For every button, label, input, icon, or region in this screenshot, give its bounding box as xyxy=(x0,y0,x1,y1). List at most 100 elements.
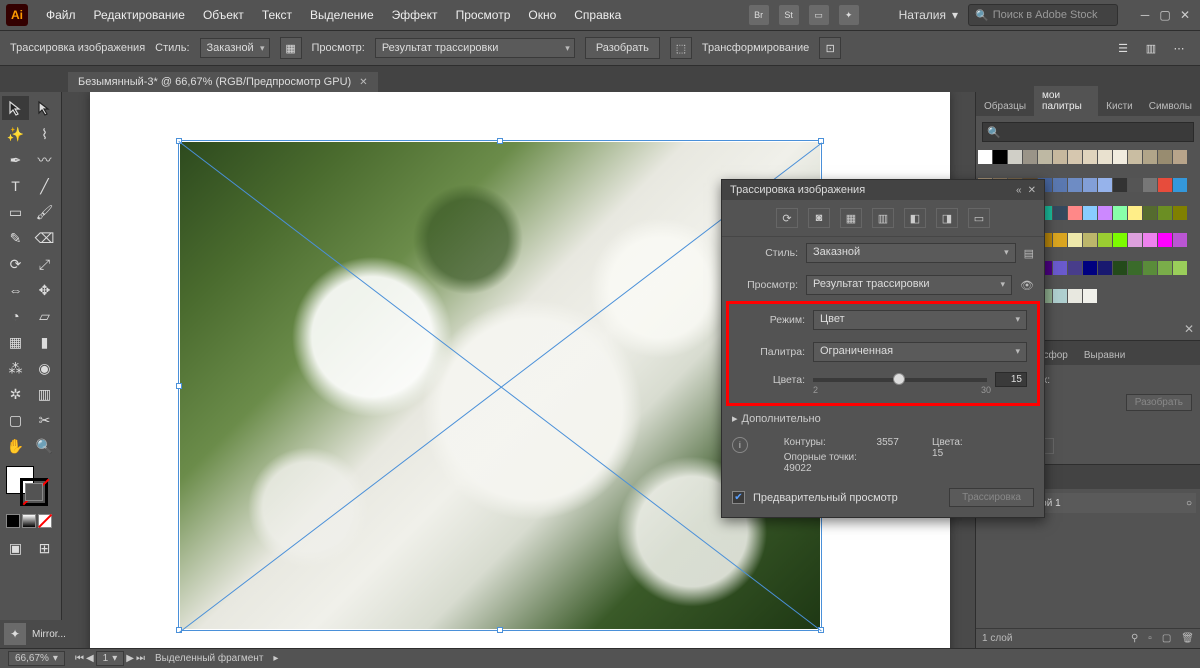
menu-help[interactable]: Справка xyxy=(566,4,629,26)
menu-type[interactable]: Текст xyxy=(254,4,300,26)
save-preset-icon[interactable]: ▤ xyxy=(1024,247,1034,260)
expand-button[interactable]: Разобрать xyxy=(585,37,660,59)
swatch[interactable] xyxy=(1083,261,1097,275)
swatch[interactable] xyxy=(1173,261,1187,275)
next-artboard-icon[interactable]: ▶ xyxy=(126,653,134,664)
swatch[interactable] xyxy=(1068,261,1082,275)
first-artboard-icon[interactable]: ⏮ xyxy=(75,653,84,664)
swatch[interactable] xyxy=(1158,206,1172,220)
swatch[interactable] xyxy=(1053,150,1067,164)
perspective-tool[interactable]: ▱ xyxy=(31,304,58,328)
status-triangle-icon[interactable]: ▸ xyxy=(273,653,278,664)
mesh-tool[interactable]: ▦ xyxy=(2,330,29,354)
swatch[interactable] xyxy=(1143,178,1157,192)
transform-icon[interactable]: ⊡ xyxy=(819,37,841,59)
menu-select[interactable]: Выделение xyxy=(302,4,382,26)
swatch[interactable] xyxy=(1068,289,1082,303)
swatch[interactable] xyxy=(1128,261,1142,275)
swatch[interactable] xyxy=(1083,178,1097,192)
color-mode-icon[interactable] xyxy=(6,514,20,528)
swatch[interactable] xyxy=(1128,233,1142,247)
screen-mode-tool[interactable]: ▣ xyxy=(2,536,29,560)
swatch[interactable] xyxy=(1068,233,1082,247)
view-eye-icon[interactable]: 👁 xyxy=(1020,279,1034,292)
selection-tool[interactable] xyxy=(2,96,29,120)
curvature-tool[interactable]: 〰 xyxy=(31,148,58,172)
swatch[interactable] xyxy=(1128,206,1142,220)
swatch[interactable] xyxy=(1158,150,1172,164)
swatch[interactable] xyxy=(1173,206,1187,220)
zoom-tool[interactable]: 🔍 xyxy=(31,434,58,458)
preset-6color-icon[interactable]: ◧ xyxy=(904,208,926,228)
menu-edit[interactable]: Редактирование xyxy=(86,4,193,26)
swatch[interactable] xyxy=(1053,206,1067,220)
swatch[interactable] xyxy=(1068,178,1082,192)
workspace-switcher[interactable]: Наталия▾ xyxy=(899,8,958,22)
swatch[interactable] xyxy=(1083,150,1097,164)
trace-panel-toggle-icon[interactable]: ▦ xyxy=(280,37,302,59)
gpu-icon[interactable]: ✦ xyxy=(839,5,859,25)
swatch[interactable] xyxy=(1113,178,1127,192)
delete-swatch-icon[interactable]: ✕ xyxy=(1184,322,1194,336)
swatch-search-input[interactable]: 🔍 xyxy=(982,122,1194,142)
style-select[interactable]: Заказной xyxy=(200,38,270,58)
swatch[interactable] xyxy=(993,150,1007,164)
trace-colors-slider[interactable] xyxy=(813,378,987,382)
view-select[interactable]: Результат трассировки xyxy=(375,38,575,58)
menu-view[interactable]: Просмотр xyxy=(448,4,519,26)
close-button[interactable]: ✕ xyxy=(1176,8,1194,22)
swatch[interactable] xyxy=(1098,233,1112,247)
zoom-field[interactable]: 66,67%▾ xyxy=(8,651,65,666)
fill-stroke-swatches[interactable] xyxy=(2,466,59,508)
align-icon[interactable]: ☰ xyxy=(1112,37,1134,59)
swatch[interactable] xyxy=(1083,206,1097,220)
swatch[interactable] xyxy=(978,150,992,164)
tab-samples[interactable]: Образцы xyxy=(976,97,1034,116)
new-layer-icon[interactable]: ▢ xyxy=(1162,633,1171,644)
close-tab-icon[interactable]: ✕ xyxy=(359,77,367,88)
menu-file[interactable]: Файл xyxy=(38,4,84,26)
new-sublayer-icon[interactable]: ▫ xyxy=(1148,633,1152,644)
swatch[interactable] xyxy=(1128,178,1142,192)
tab-symbols[interactable]: Символы xyxy=(1141,97,1200,116)
trace-colors-value[interactable]: 15 xyxy=(995,372,1027,387)
line-tool[interactable]: ╱ xyxy=(31,174,58,198)
artboard-tool[interactable]: ▢ xyxy=(2,408,29,432)
width-tool[interactable]: ⇔ xyxy=(2,278,29,302)
swatch[interactable] xyxy=(1113,150,1127,164)
swatch[interactable] xyxy=(1143,261,1157,275)
trace-view-select[interactable]: Результат трассировки xyxy=(806,275,1012,295)
swatch[interactable] xyxy=(1143,233,1157,247)
swatch[interactable] xyxy=(1023,150,1037,164)
swatch[interactable] xyxy=(1158,233,1172,247)
swatch[interactable] xyxy=(1008,150,1022,164)
swatch[interactable] xyxy=(1158,261,1172,275)
last-artboard-icon[interactable]: ⏭ xyxy=(136,653,145,664)
swatch[interactable] xyxy=(1068,150,1082,164)
stock-search-input[interactable]: 🔍Поиск в Adobe Stock xyxy=(968,4,1118,26)
preset-auto-icon[interactable]: ⟳ xyxy=(776,208,798,228)
magic-wand-tool[interactable]: ✨ xyxy=(2,122,29,146)
graph-tool[interactable]: ▥ xyxy=(31,382,58,406)
prev-artboard-icon[interactable]: ◀ xyxy=(86,653,94,664)
shape-builder-tool[interactable]: ◔ xyxy=(2,304,29,328)
document-tab[interactable]: Безымянный-3* @ 66,67% (RGB/Предпросмотр… xyxy=(68,72,378,92)
preset-photo-hi-icon[interactable]: ◙ xyxy=(808,208,830,228)
direct-selection-tool[interactable] xyxy=(31,96,58,120)
swatch[interactable] xyxy=(1053,233,1067,247)
maximize-button[interactable]: ▢ xyxy=(1156,8,1174,22)
artboard-nav-field[interactable]: 1▾ xyxy=(96,651,125,666)
scale-tool[interactable]: ⤢ xyxy=(31,252,58,276)
stroke-color[interactable] xyxy=(20,478,48,506)
brush-tool[interactable]: 🖌 xyxy=(31,200,58,224)
delete-layer-icon[interactable]: 🗑 xyxy=(1181,633,1194,644)
swatch[interactable] xyxy=(1143,150,1157,164)
mask-icon[interactable]: ⬚ xyxy=(670,37,692,59)
more-icon[interactable]: ⋯ xyxy=(1168,37,1190,59)
swatch[interactable] xyxy=(1068,206,1082,220)
swatch[interactable] xyxy=(1083,289,1097,303)
hand-tool[interactable]: ✋ xyxy=(2,434,29,458)
advanced-toggle[interactable]: ▸Дополнительно xyxy=(722,406,1044,431)
tab-align[interactable]: Выравни xyxy=(1076,346,1133,365)
pen-tool[interactable]: ✒ xyxy=(2,148,29,172)
